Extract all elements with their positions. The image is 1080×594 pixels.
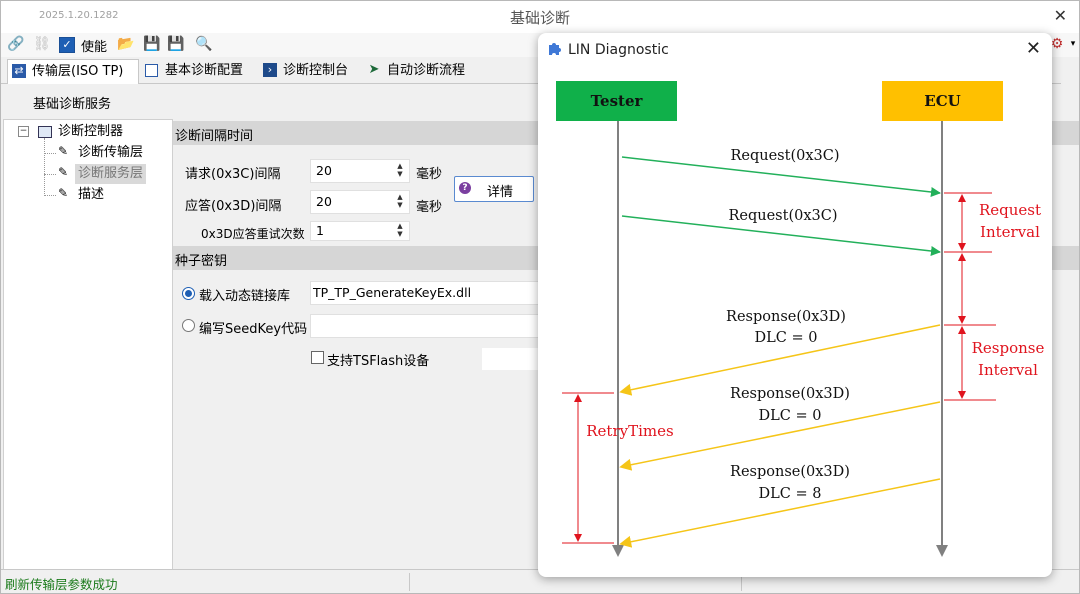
diag-tree: − 诊断控制器 ✎ 诊断传输层 ✎ 诊断服务层 ✎ 描述 [3, 119, 173, 571]
tab-basic-diag-config[interactable]: 基本诊断配置 [141, 59, 273, 83]
right-scrollbar[interactable] [1061, 83, 1079, 569]
tree-connector [44, 174, 56, 175]
request-label-1: Request(0x3C) [730, 148, 839, 164]
status-message: 刷新传输层参数成功 [5, 577, 118, 592]
console-icon: › [263, 63, 277, 77]
down-arrow-icon[interactable]: ▼ [393, 201, 407, 209]
tsflash-checkbox[interactable] [311, 351, 324, 364]
up-arrow-icon[interactable]: ▲ [393, 222, 407, 230]
window-icon [145, 64, 158, 77]
sub-header-title: 基础诊断服务 [33, 97, 112, 112]
response-interval-label: 应答(0x3D)间隔 [185, 199, 282, 214]
edit-pen-icon: ✎ [58, 165, 69, 179]
save-as-icon[interactable]: 💾 [167, 36, 184, 52]
request-interval-label-1: Request [979, 201, 1041, 219]
response-label-2-line2: DLC = 0 [759, 408, 822, 424]
stepper-value: 1 [316, 223, 324, 238]
help-icon: ? [459, 182, 471, 194]
request-label-2: Request(0x3C) [728, 208, 837, 224]
seedkey-code-field[interactable] [310, 314, 542, 338]
tab-label: 自动诊断流程 [387, 63, 466, 78]
stepper-arrows[interactable]: ▲ ▼ [393, 222, 407, 238]
open-folder-icon[interactable]: 📂 [117, 36, 134, 52]
tree-root[interactable]: 诊断控制器 [58, 122, 123, 142]
save-icon[interactable]: 💾 [143, 36, 160, 52]
enable-label: 使能 [81, 40, 108, 55]
tab-diag-console[interactable]: › 诊断控制台 [259, 59, 379, 83]
tree-connector [44, 195, 56, 196]
write-seedkey-radio[interactable] [182, 319, 195, 332]
load-dll-label: 载入动态链接库 [199, 289, 291, 304]
disconnect-icon[interactable]: ⛓ [33, 36, 51, 52]
response-label-2-line1: Response(0x3D) [730, 386, 850, 402]
up-arrow-icon[interactable]: ▲ [393, 162, 407, 170]
down-arrow-icon[interactable]: ▼ [393, 170, 407, 178]
edit-pen-icon: ✎ [58, 186, 69, 200]
send-icon: ➤ [368, 62, 380, 77]
lin-sequence-diagram: Tester ECU Request(0x3C) Request(0x3C) R… [556, 81, 1045, 557]
tree-item-description[interactable]: 描述 [78, 185, 104, 205]
puzzle-icon [549, 43, 561, 55]
tsflash-field[interactable] [481, 347, 543, 371]
window-title: 基础诊断 [509, 9, 570, 27]
controller-icon [38, 126, 52, 138]
response-label-1-line1: Response(0x3D) [726, 309, 846, 325]
tree-item-service[interactable]: 诊断服务层 [75, 164, 147, 184]
response-label-1-line2: DLC = 0 [755, 330, 818, 346]
section-title: 种子密钥 [175, 254, 228, 269]
load-dll-radio[interactable] [182, 287, 195, 300]
response-label-3-line1: Response(0x3D) [730, 464, 850, 480]
response-unit: 毫秒 [416, 200, 443, 215]
tab-label: 诊断控制台 [283, 63, 349, 78]
stepper-value: 20 [316, 194, 332, 209]
request-interval-label: 请求(0x3C)间隔 [185, 167, 281, 182]
tab-label: 基本诊断配置 [165, 63, 244, 78]
transfer-icon: ⇄ [12, 64, 26, 78]
enable-checkbox[interactable]: ✓ [59, 37, 75, 53]
ecu-label: ECU [924, 92, 960, 110]
retry-count-stepper[interactable]: 1 ▲ ▼ [310, 221, 410, 241]
tester-label: Tester [591, 92, 644, 110]
tree-collapse-icon[interactable]: − [18, 126, 29, 137]
dll-path-value: TP_TP_GenerateKeyEx.dll [313, 285, 472, 300]
details-button-label: 详情 [487, 185, 514, 200]
response-interval-label-2: Interval [978, 361, 1038, 379]
lin-diagnostic-popup: Tester ECU Request(0x3C) Request(0x3C) R… [538, 33, 1052, 577]
tree-connector [44, 138, 45, 196]
window-close-icon[interactable]: ✕ [1054, 6, 1067, 25]
request-interval-label-2: Interval [980, 223, 1040, 241]
retry-times-label: RetryTimes [586, 422, 673, 440]
up-arrow-icon[interactable]: ▲ [393, 193, 407, 201]
tab-label: 传输层(ISO TP) [32, 64, 124, 79]
write-seedkey-label: 编写SeedKey代码 [199, 322, 308, 337]
tsflash-label: 支持TSFlash设备 [327, 354, 430, 369]
dll-path-field[interactable]: TP_TP_GenerateKeyEx.dll [310, 281, 542, 305]
stepper-arrows[interactable]: ▲ ▼ [393, 193, 407, 209]
request-interval-stepper[interactable]: 20 ▲ ▼ [310, 159, 410, 183]
diagnose-search-icon[interactable]: 🔍 [195, 36, 212, 52]
edit-pen-icon: ✎ [58, 144, 69, 158]
popup-title: LIN Diagnostic [568, 42, 669, 58]
down-arrow-icon[interactable]: ▼ [393, 230, 407, 238]
tab-transport-layer[interactable]: ⇄ 传输层(ISO TP) [7, 59, 139, 84]
stepper-value: 20 [316, 163, 332, 178]
toolbar-dropdown-icon[interactable]: ▾ [1065, 36, 1079, 52]
tree-connector [44, 153, 56, 154]
connect-icon[interactable]: 🔗 [7, 36, 24, 52]
response-interval-stepper[interactable]: 20 ▲ ▼ [310, 190, 410, 214]
response-label-3-line2: DLC = 8 [759, 486, 822, 502]
response-interval-label-1: Response [972, 339, 1045, 357]
tab-auto-diag-flow[interactable]: ➤ 自动诊断流程 [363, 59, 497, 83]
request-unit: 毫秒 [416, 167, 443, 182]
popup-close-icon[interactable]: ✕ [1026, 38, 1041, 59]
title-bar: 2025.1.20.1282 基础诊断 ✕ [1, 1, 1079, 33]
status-separator [409, 573, 410, 591]
tree-item-transport[interactable]: 诊断传输层 [78, 143, 143, 163]
details-button[interactable]: ? 详情 [454, 176, 534, 202]
retry-count-label: 0x3D应答重试次数 [201, 227, 305, 241]
section-title: 诊断间隔时间 [175, 129, 254, 144]
stepper-arrows[interactable]: ▲ ▼ [393, 162, 407, 178]
